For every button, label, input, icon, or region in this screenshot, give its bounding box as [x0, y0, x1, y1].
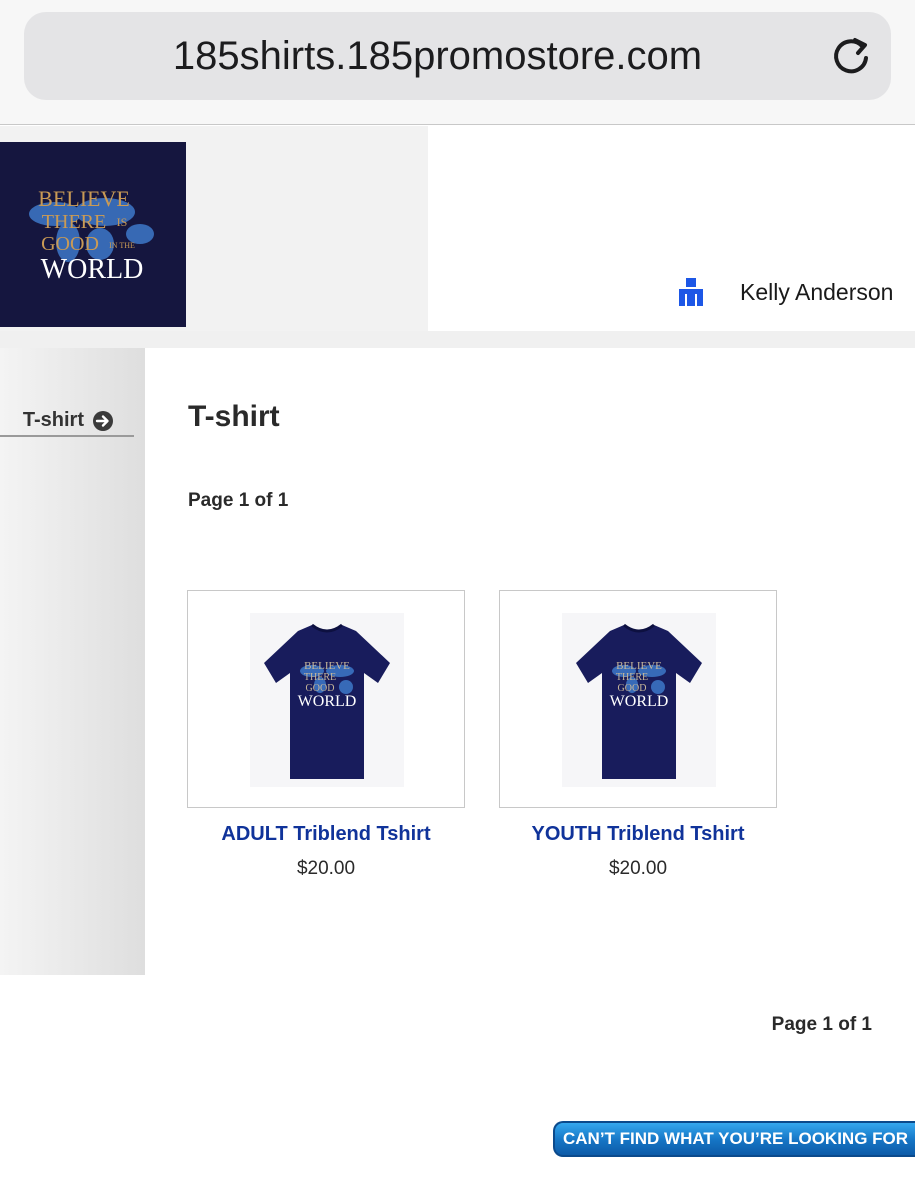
- page-title: T-shirt: [188, 400, 280, 433]
- browser-toolbar: 185shirts.185promostore.com: [0, 0, 915, 125]
- arrow-right-circle-icon: [93, 410, 113, 431]
- user-icon[interactable]: [676, 276, 706, 308]
- logo-text-good: GOOD: [41, 233, 99, 255]
- logo-graphic: BELIEVE THERE IS GOOD IN THE WORLD: [0, 142, 186, 327]
- store-logo[interactable]: BELIEVE THERE IS GOOD IN THE WORLD: [0, 142, 186, 327]
- product-image-adult[interactable]: BELIEVE THERE GOOD WORLD: [187, 590, 465, 808]
- user-account[interactable]: Kelly Anderson: [676, 272, 893, 312]
- pagination-info-top: Page 1 of 1: [188, 490, 289, 511]
- product-link-youth[interactable]: YOUTH Triblend Tshirt: [499, 823, 777, 846]
- product-card-youth: BELIEVE THERE GOOD WORLD YOUTH Triblend …: [499, 590, 777, 880]
- product-card-adult: BELIEVE THERE GOOD WORLD ADULT Triblend …: [187, 590, 465, 880]
- user-name[interactable]: Kelly Anderson: [740, 279, 893, 306]
- logo-text-is: IS: [117, 215, 128, 229]
- sidebar-item-label: T-shirt: [22, 409, 84, 431]
- svg-text:WORLD: WORLD: [298, 693, 357, 710]
- sidebar-item-tshirt[interactable]: T-shirt: [0, 406, 134, 437]
- tshirt-image: BELIEVE THERE GOOD WORLD: [562, 613, 716, 787]
- pagination-info-bottom: Page 1 of 1: [771, 1014, 872, 1035]
- svg-text:WORLD: WORLD: [610, 693, 669, 710]
- header-logo-area: BELIEVE THERE IS GOOD IN THE WORLD: [0, 126, 428, 331]
- url-text[interactable]: 185shirts.185promostore.com: [24, 12, 891, 100]
- logo-text-there: THERE: [42, 211, 106, 233]
- logo-text-inthe: IN THE: [109, 241, 135, 250]
- logo-text-believe: BELIEVE: [38, 186, 130, 211]
- address-bar[interactable]: 185shirts.185promostore.com: [24, 12, 891, 100]
- svg-text:THERE: THERE: [304, 672, 336, 683]
- product-image-youth[interactable]: BELIEVE THERE GOOD WORLD: [499, 590, 777, 808]
- svg-text:BELIEVE: BELIEVE: [616, 660, 662, 672]
- product-price-youth: $20.00: [608, 858, 668, 879]
- cant-find-help-button[interactable]: CAN’T FIND WHAT YOU’RE LOOKING FOR: [553, 1121, 915, 1157]
- product-price-adult: $20.00: [296, 858, 356, 879]
- logo-text-world: WORLD: [41, 254, 144, 285]
- header-divider: [0, 331, 915, 348]
- category-sidebar: T-shirt: [0, 348, 145, 975]
- svg-text:BELIEVE: BELIEVE: [304, 660, 350, 672]
- svg-text:THERE: THERE: [616, 672, 648, 683]
- reload-icon[interactable]: [829, 34, 873, 78]
- product-link-adult[interactable]: ADULT Triblend Tshirt: [187, 823, 465, 846]
- tshirt-image: BELIEVE THERE GOOD WORLD: [250, 613, 404, 787]
